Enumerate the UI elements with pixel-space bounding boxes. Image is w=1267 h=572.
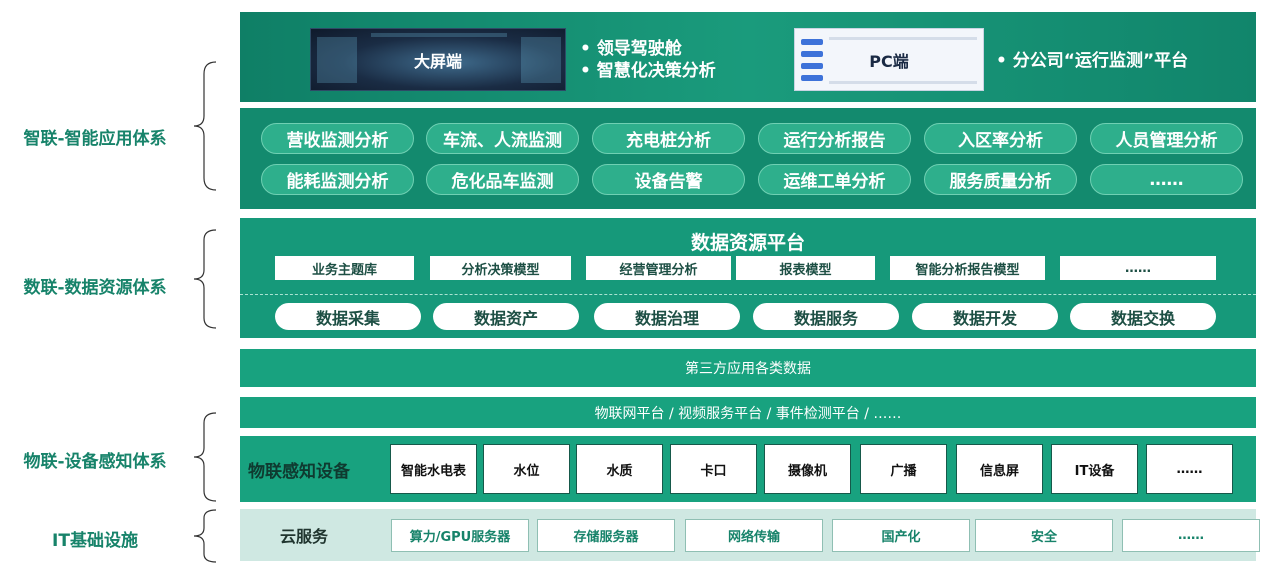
- label-it-infra: IT基础设施: [52, 531, 138, 551]
- capability-pill: 运行分析报告: [758, 123, 911, 154]
- iot-device-box: 水位: [483, 444, 570, 494]
- iot-device-box: 摄像机: [764, 444, 851, 494]
- capability-pill: 危化品车监测: [426, 164, 579, 195]
- brace-data: [193, 229, 217, 329]
- capability-pill: 能耗监测分析: [261, 164, 414, 195]
- cloud-service-box: 安全: [975, 519, 1113, 552]
- label-iot-system: 物联-设备感知体系: [23, 452, 167, 472]
- cloud-service-box: 网络传输: [685, 519, 823, 552]
- big-screen-thumbnail: 大屏端: [310, 28, 566, 91]
- application-layer: 大屏端 • 领导驾驶舱 • 智慧化决策分析 PC端 • 分公司“运行监测”平台: [240, 12, 1256, 102]
- capability-pill: 营收监测分析: [261, 123, 414, 154]
- iot-platform-bar: 物联网平台 / 视频服务平台 / 事件检测平台 / ……: [240, 397, 1256, 428]
- big-screen-label: 大屏端: [413, 51, 462, 71]
- capability-pill: 设备告警: [592, 164, 745, 195]
- data-model-box: 业务主题库: [275, 256, 414, 280]
- iot-device-box: 信息屏: [956, 444, 1043, 494]
- data-model-box: 报表模型: [736, 256, 875, 280]
- iot-device-box: 水质: [576, 444, 663, 494]
- iot-device-box: 卡口: [670, 444, 757, 494]
- data-platform-layer: 数据资源平台 业务主题库 分析决策模型 经营管理分析 报表模型 智能分析报告模型…: [240, 218, 1256, 338]
- cloud-services-title: 云服务: [280, 527, 329, 546]
- data-function-pill: 数据开发: [912, 303, 1058, 330]
- iot-devices-layer: 物联感知设备 智能水电表 水位 水质 卡口 摄像机 广播 信息屏 IT设备 ……: [240, 436, 1256, 502]
- bullet-item: • 领导驾驶舱: [580, 39, 682, 59]
- capability-pill: 充电桩分析: [592, 123, 745, 154]
- data-function-pill: 数据交换: [1070, 303, 1216, 330]
- data-function-pill: 数据资产: [433, 303, 579, 330]
- capability-layer: 营收监测分析 车流、人流监测 充电桩分析 运行分析报告 入区率分析 人员管理分析…: [240, 108, 1256, 209]
- brace-iot: [193, 412, 217, 502]
- capability-pill: 运维工单分析: [758, 164, 911, 195]
- iot-device-box: ……: [1146, 444, 1233, 494]
- label-app-system: 智联-智能应用体系: [23, 129, 167, 149]
- cloud-service-box: ……: [1122, 519, 1260, 552]
- capability-pill: ……: [1090, 164, 1243, 195]
- capability-pill: 入区率分析: [924, 123, 1077, 154]
- cloud-service-box: 算力/GPU服务器: [391, 519, 529, 552]
- big-screen-bullets: • 领导驾驶舱 • 智慧化决策分析: [580, 38, 716, 82]
- data-function-pill: 数据采集: [275, 303, 421, 330]
- bullet-item: • 智慧化决策分析: [580, 61, 716, 81]
- brace-it: [193, 509, 217, 563]
- data-model-box: ……: [1060, 256, 1216, 280]
- data-model-box: 经营管理分析: [586, 256, 731, 280]
- data-function-pill: 数据服务: [753, 303, 899, 330]
- dashed-divider: [240, 294, 1256, 295]
- pc-screen-label: PC端: [869, 51, 909, 71]
- brace-app: [193, 61, 217, 191]
- label-data-system: 数联-数据资源体系: [23, 278, 167, 298]
- cloud-service-box: 国产化: [832, 519, 970, 552]
- pc-screen-thumbnail: PC端: [794, 28, 984, 91]
- data-model-box: 分析决策模型: [430, 256, 571, 280]
- pc-bullet: • 分公司“运行监测”平台: [996, 51, 1189, 71]
- iot-device-box: 智能水电表: [390, 444, 477, 494]
- third-party-data-bar: 第三方应用各类数据: [240, 349, 1256, 387]
- iot-devices-title: 物联感知设备: [248, 461, 350, 482]
- iot-device-box: 广播: [860, 444, 947, 494]
- capability-pill: 服务质量分析: [924, 164, 1077, 195]
- cloud-service-box: 存储服务器: [537, 519, 675, 552]
- capability-pill: 车流、人流监测: [426, 123, 579, 154]
- cloud-services-layer: 云服务 算力/GPU服务器 存储服务器 网络传输 国产化 安全 ……: [240, 509, 1260, 561]
- data-model-box: 智能分析报告模型: [890, 256, 1045, 280]
- data-platform-title: 数据资源平台: [690, 232, 805, 254]
- data-function-pill: 数据治理: [594, 303, 740, 330]
- capability-pill: 人员管理分析: [1090, 123, 1243, 154]
- iot-device-box: IT设备: [1051, 444, 1138, 494]
